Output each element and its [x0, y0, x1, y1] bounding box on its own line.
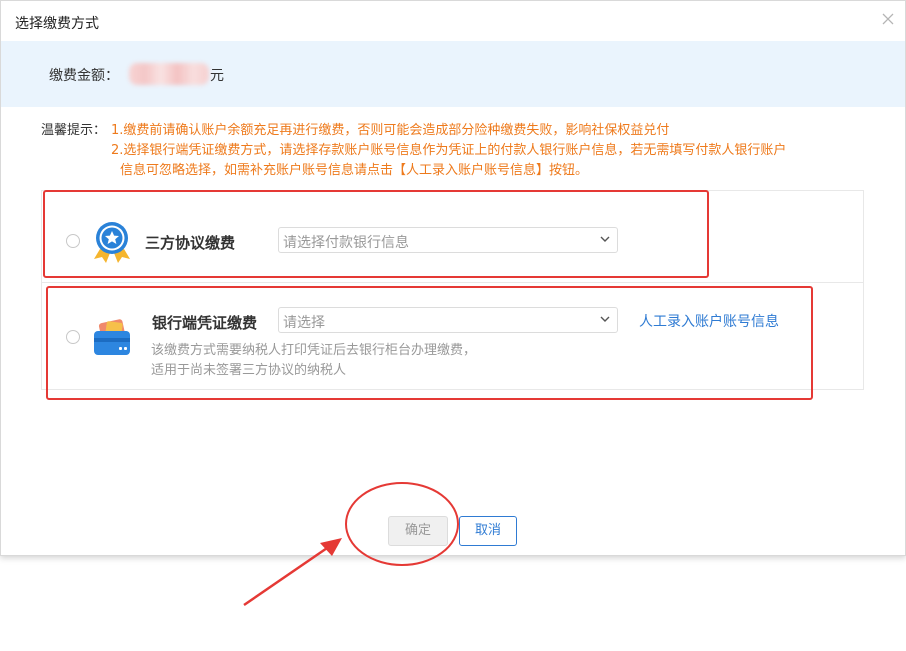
chevron-down-icon — [599, 231, 611, 247]
close-x-glyph — [882, 13, 894, 25]
option-title-three-party: 三方协议缴费 — [145, 234, 236, 252]
badge-medal-icon — [90, 219, 134, 263]
amount-label: 缴费金额： — [49, 68, 119, 84]
amount-bar: 缴费金额： 元 — [1, 41, 905, 107]
tips-line-3: 信息可忽略选择，如需补充账户账号信息请点击【人工录入账户账号信息】按钮。 — [120, 163, 589, 178]
account-select-placeholder: 请选择 — [283, 315, 325, 331]
dialog-header: 选择缴费方式 — [1, 1, 905, 41]
tips-label: 温馨提示： — [41, 123, 107, 138]
payment-method-dialog: 选择缴费方式 缴费金额： 元 温馨提示： 1.缴费前请确认账户余额充足再进行缴费… — [0, 0, 906, 556]
amount-value-redacted — [129, 63, 209, 85]
payment-options: 三方协议缴费 请选择付款银行信息 银行端凭证缴费 请选择 人工录入账户账号信息 … — [41, 190, 864, 390]
close-icon[interactable] — [881, 13, 895, 27]
bank-card-icon — [92, 319, 134, 357]
cancel-button[interactable]: 取消 — [459, 516, 517, 546]
chevron-down-icon — [599, 311, 611, 327]
option-divider — [42, 282, 863, 283]
tips-line-1: 1.缴费前请确认账户余额充足再进行缴费，否则可能会造成部分险种缴费失败，影响社保… — [111, 123, 670, 138]
bank-info-select-placeholder: 请选择付款银行信息 — [283, 235, 409, 251]
account-select[interactable]: 请选择 — [278, 307, 618, 333]
confirm-button[interactable]: 确定 — [388, 516, 448, 546]
amount-unit: 元 — [210, 68, 224, 84]
option-desc-line-1: 该缴费方式需要纳税人打印凭证后去银行柜台办理缴费， — [151, 343, 477, 358]
option-desc-line-2: 适用于尚未签署三方协议的纳税人 — [151, 363, 347, 378]
dialog-title: 选择缴费方式 — [15, 16, 99, 32]
radio-three-party-agreement[interactable] — [66, 234, 80, 248]
option-title-bank-voucher: 银行端凭证缴费 — [152, 314, 258, 332]
manual-entry-account-link[interactable]: 人工录入账户账号信息 — [639, 311, 779, 331]
bank-info-select[interactable]: 请选择付款银行信息 — [278, 227, 618, 253]
radio-bank-voucher[interactable] — [66, 330, 80, 344]
tips-line-2: 2.选择银行端凭证缴费方式，请选择存款账户账号信息作为凭证上的付款人银行账户信息… — [111, 143, 787, 158]
